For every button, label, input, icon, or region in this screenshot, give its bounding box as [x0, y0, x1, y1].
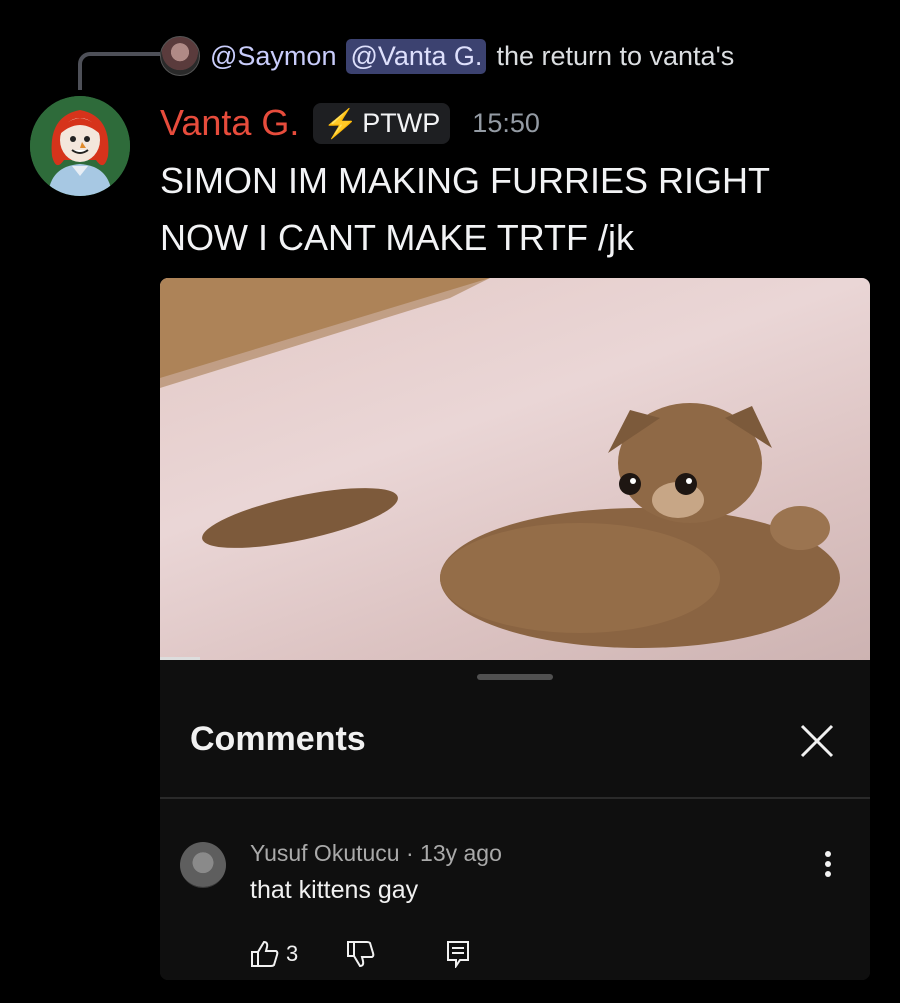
reply-text: the return to vanta's	[496, 40, 735, 71]
reply-author-avatar[interactable]	[160, 36, 200, 76]
divider	[160, 797, 870, 799]
comments-title: Comments	[190, 720, 366, 758]
reply-connector-line	[78, 52, 160, 90]
message-header: Vanta G. ⚡ PTWP 15:50	[160, 100, 540, 146]
message-line: NOW I CANT MAKE TRTF /jk	[160, 217, 635, 258]
like-button[interactable]: 3	[250, 940, 298, 968]
kitten-video-frame	[160, 278, 870, 660]
reply-preview[interactable]: @Saymon @Vanta G. the return to vanta's	[160, 36, 734, 76]
like-count: 3	[286, 941, 299, 966]
close-icon[interactable]	[798, 722, 836, 760]
thumbs-down-icon	[347, 941, 375, 968]
separator-dot: ·	[405, 840, 421, 866]
comment-age: 13y ago	[420, 840, 502, 866]
reply-mention-vanta[interactable]: @Vanta G.	[346, 38, 487, 74]
message-timestamp[interactable]: 15:50	[472, 108, 540, 139]
comment-meta: Yusuf Okutucu · 13y ago	[250, 840, 502, 867]
message-content: SIMON IM MAKING FURRIES RIGHT NOW I CANT…	[160, 152, 860, 266]
comment-text: that kittens gay	[250, 876, 419, 904]
comment-author[interactable]: Yusuf Okutucu	[250, 840, 400, 866]
reply-button[interactable]	[446, 940, 470, 968]
reply-mention-saymon[interactable]: @Saymon	[210, 41, 336, 72]
comment-actions: 3	[250, 940, 470, 968]
more-options-icon[interactable]	[822, 848, 834, 880]
comments-sheet: Comments Yusuf Okutucu · 13y ago that ki…	[160, 660, 870, 980]
drag-handle[interactable]	[477, 674, 553, 680]
dislike-button[interactable]	[346, 940, 376, 968]
thumbs-up-icon	[251, 940, 279, 967]
author-username[interactable]: Vanta G.	[160, 102, 299, 144]
message-line: SIMON IM MAKING FURRIES RIGHT	[160, 160, 771, 201]
server-tag-label: PTWP	[362, 107, 441, 138]
commenter-avatar[interactable]	[180, 842, 226, 888]
server-tag[interactable]: ⚡ PTWP	[313, 102, 451, 144]
author-avatar[interactable]	[30, 96, 130, 196]
image-attachment[interactable]: Comments Yusuf Okutucu · 13y ago that ki…	[160, 278, 870, 980]
reply-comment-icon	[447, 941, 470, 968]
lightning-bolt-icon: ⚡	[323, 107, 359, 139]
